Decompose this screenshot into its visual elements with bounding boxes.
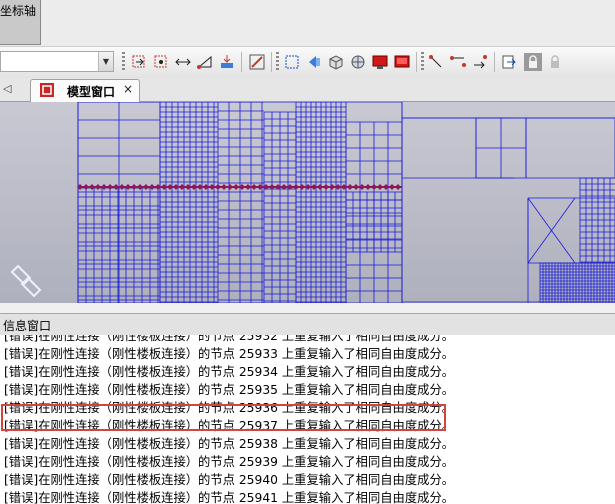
- document-tab-bar: ◁ 模型窗口 ×: [0, 78, 615, 102]
- info-message-row[interactable]: [错误]在刚性连接（刚性楼板连接）的节点 25940 上重复输入了相同自由度成分…: [4, 472, 454, 488]
- red-box-icon[interactable]: [371, 53, 389, 71]
- info-message-row[interactable]: [错误]在刚性连接（刚性楼板连接）的节点 25938 上重复输入了相同自由度成分…: [4, 436, 454, 452]
- toolbar-grip[interactable]: [421, 52, 424, 72]
- sphere-icon[interactable]: [349, 53, 367, 71]
- node-move-icon[interactable]: [130, 53, 148, 71]
- view-axis-gizmo-icon[interactable]: [10, 254, 54, 298]
- node-pair-icon[interactable]: [449, 53, 467, 71]
- info-message-row[interactable]: [错误]在刚性连接（刚性楼板连接）的节点 25934 上重复输入了相同自由度成分…: [4, 364, 454, 380]
- view-iso-icon[interactable]: [327, 53, 345, 71]
- chevron-down-icon[interactable]: ▼: [98, 52, 113, 71]
- toolbar-separator: [271, 52, 272, 72]
- info-message-row[interactable]: [错误]在刚性连接（刚性楼板连接）的节点 25935 上重复输入了相同自由度成分…: [4, 382, 454, 398]
- toolbar-grip[interactable]: [276, 52, 279, 72]
- lock-gray-icon[interactable]: [546, 53, 564, 71]
- tab-model-window[interactable]: 模型窗口 ×: [30, 79, 140, 102]
- lock-icon[interactable]: [524, 53, 542, 71]
- toolbar-separator: [494, 52, 495, 72]
- toolbar-separator: [416, 52, 417, 72]
- red-window-icon[interactable]: [393, 53, 411, 71]
- info-message-row[interactable]: [错误]在刚性连接（刚性楼板连接）的节点 25932 上重复输入了相同自由度成分…: [4, 335, 454, 344]
- close-icon[interactable]: ×: [123, 82, 133, 96]
- node-icon[interactable]: [427, 53, 445, 71]
- node-arrow-icon[interactable]: [471, 53, 489, 71]
- merge-icon[interactable]: [218, 53, 236, 71]
- axis-label: 坐标轴: [0, 4, 37, 18]
- structural-model-mesh[interactable]: [0, 102, 615, 303]
- info-message-row[interactable]: [错误]在刚性连接（刚性楼板连接）的节点 25939 上重复输入了相同自由度成分…: [4, 454, 454, 470]
- paste-icon[interactable]: [500, 53, 518, 71]
- select-box-icon[interactable]: [283, 53, 301, 71]
- toolbar: ▼: [0, 46, 615, 79]
- info-window-header: 信息窗口: [0, 313, 615, 336]
- info-message-row[interactable]: [错误]在刚性连接（刚性楼板连接）的节点 25933 上重复输入了相同自由度成分…: [4, 346, 454, 362]
- draw-icon[interactable]: [248, 53, 266, 71]
- toolbar-separator: [241, 52, 242, 72]
- info-message-row[interactable]: [错误]在刚性连接（刚性楼板连接）的节点 25941 上重复输入了相同自由度成分…: [4, 490, 454, 504]
- model-window-icon: [40, 83, 54, 97]
- model-viewport[interactable]: [0, 102, 615, 303]
- toolbar-grip[interactable]: [122, 52, 125, 72]
- top-strip: 坐标轴: [0, 0, 615, 46]
- triangle-node-icon[interactable]: [196, 53, 214, 71]
- info-window-title: 信息窗口: [3, 319, 52, 333]
- tab-scroll-left-icon[interactable]: ◁: [3, 82, 11, 95]
- highlight-annotation-box: [1, 404, 446, 431]
- node-copy-icon[interactable]: [152, 53, 170, 71]
- view-select-combo[interactable]: ▼: [0, 51, 114, 72]
- axis-button[interactable]: 坐标轴: [0, 0, 41, 45]
- distance-icon[interactable]: [174, 53, 192, 71]
- shade-icon[interactable]: [305, 53, 323, 71]
- tab-label: 模型窗口: [67, 85, 116, 99]
